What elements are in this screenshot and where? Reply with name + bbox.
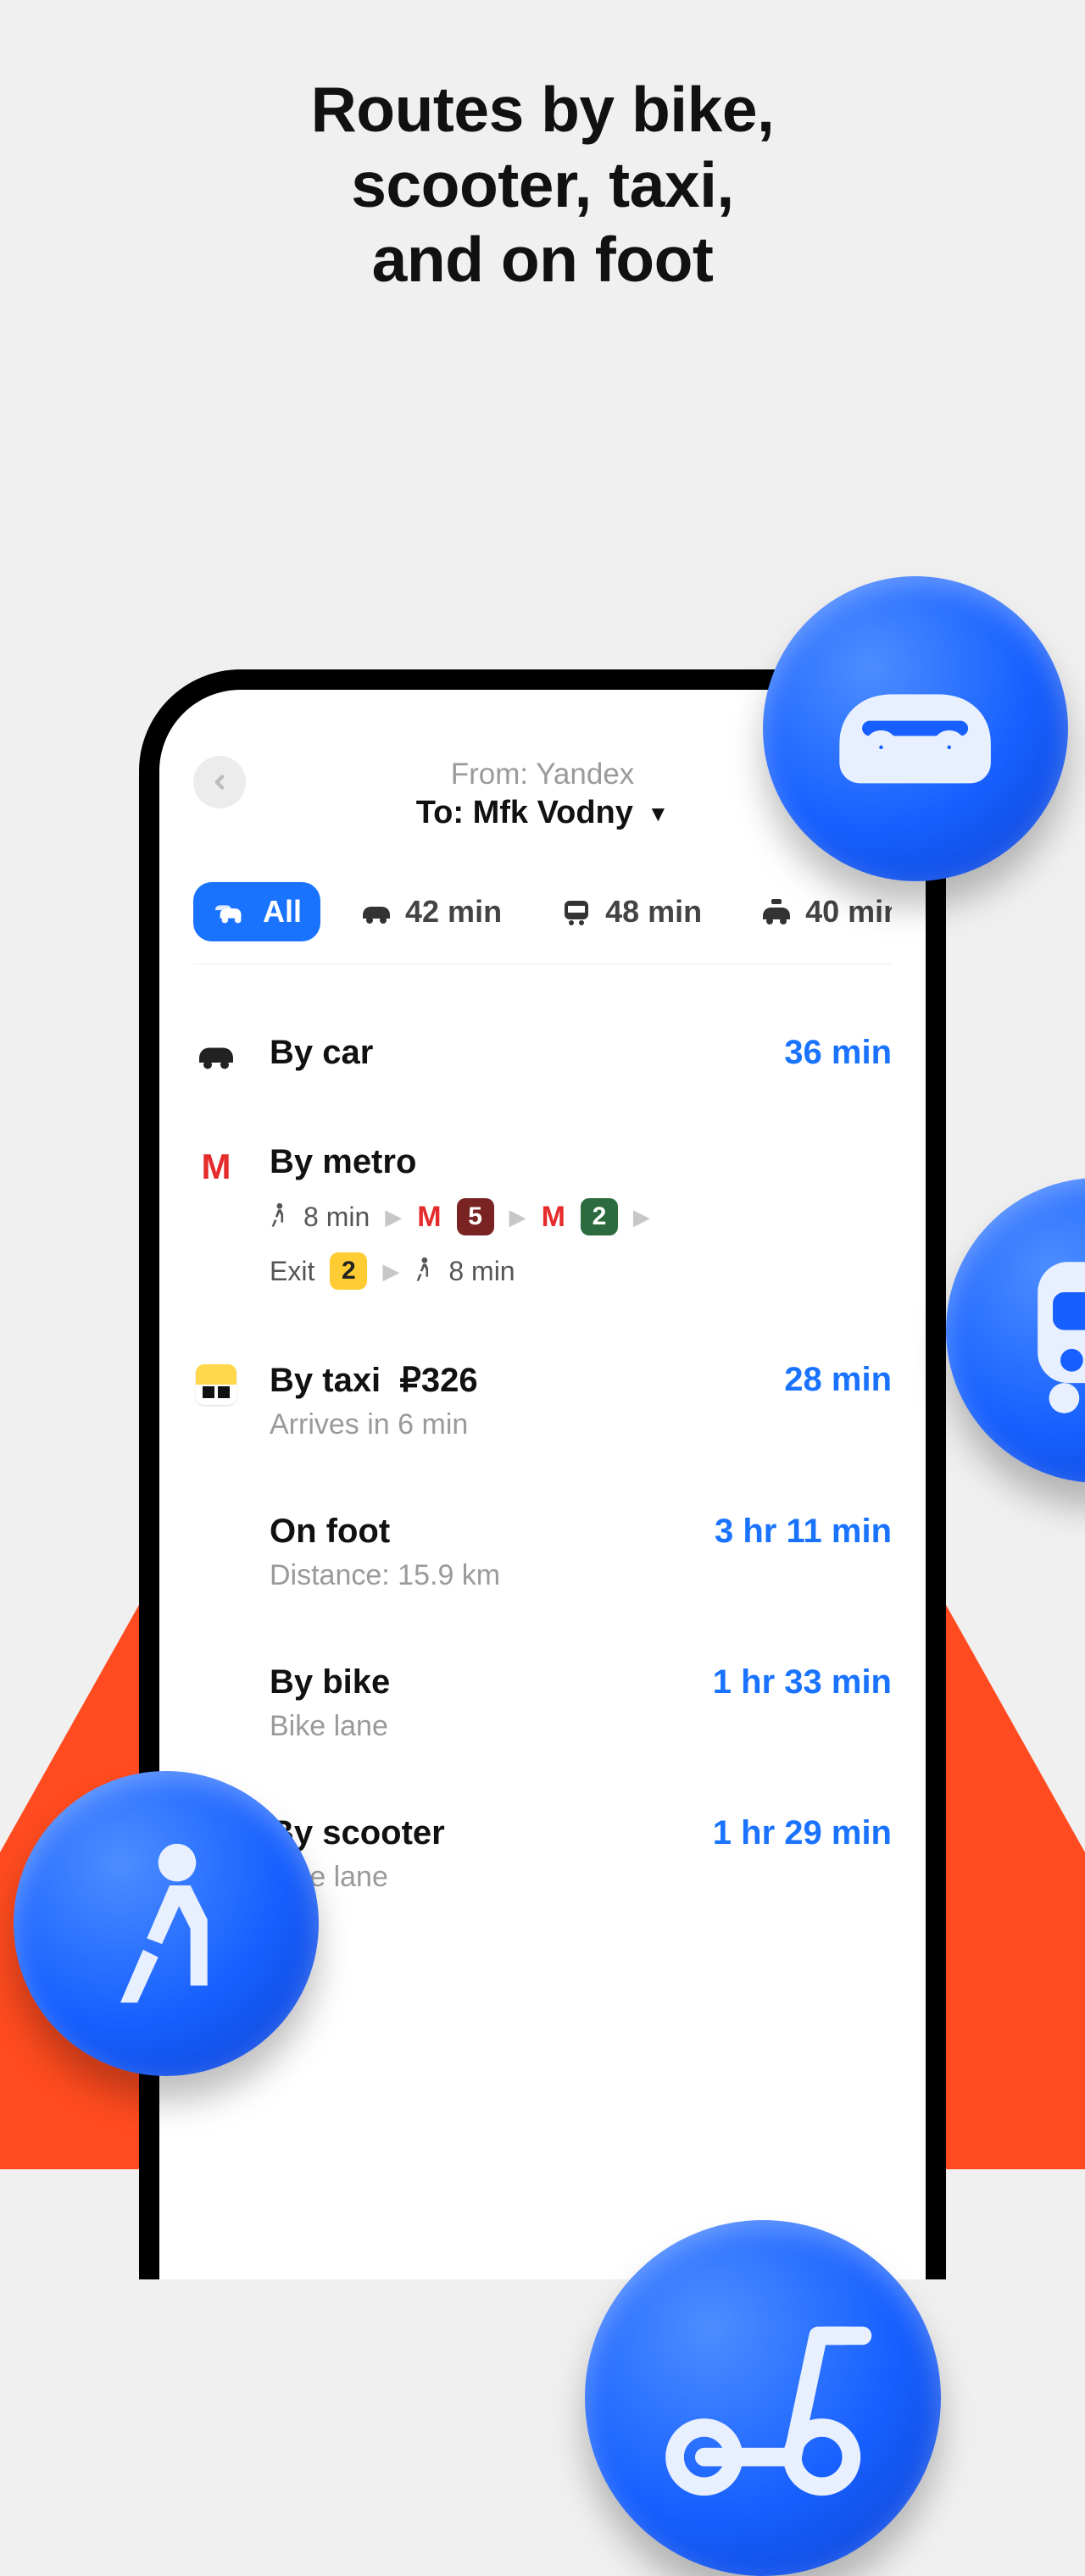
from-value: Yandex — [536, 758, 634, 791]
route-bike-time: 1 hr 33 min — [713, 1663, 892, 1702]
metro-icon: M — [202, 1146, 231, 1187]
tab-bus[interactable]: 48 min — [541, 882, 721, 941]
metro-exit-badge: 2 — [330, 1252, 367, 1290]
metro-steps-row1: 8 min ▶ M 5 ▶ M 2 ▶ — [270, 1198, 892, 1235]
promo-scooter-icon — [585, 2220, 941, 2576]
metro-steps-row2: Exit 2 ▶ 8 min — [270, 1252, 892, 1290]
route-car[interactable]: By car 36 min — [193, 998, 892, 1108]
metro-line-5-badge: 5 — [457, 1198, 494, 1235]
route-taxi-title: By taxi ₽326 — [270, 1361, 478, 1400]
walk-icon — [270, 1202, 288, 1233]
to-value: Mfk Vodny — [473, 795, 633, 830]
route-car-title: By car — [270, 1034, 373, 1072]
metro-walk1: 8 min — [303, 1202, 370, 1233]
route-metro[interactable]: M By metro 8 min ▶ M 5 ▶ M 2 — [193, 1108, 892, 1325]
route-taxi-time: 28 min — [784, 1361, 892, 1399]
car-icon — [359, 898, 393, 925]
tab-bus-label: 48 min — [605, 894, 702, 930]
walk-icon — [415, 1256, 433, 1287]
route-scooter-time: 1 hr 29 min — [713, 1814, 892, 1852]
route-taxi[interactable]: By taxi ₽326 28 min Arrives in 6 min — [193, 1325, 892, 1477]
tab-all-label: All — [263, 894, 302, 930]
promo-headline: Routes by bike, scooter, taxi, and on fo… — [0, 72, 1085, 297]
route-foot[interactable]: On foot 3 hr 11 min Distance: 15.9 km — [193, 1477, 892, 1628]
metro-line-2-badge: 2 — [581, 1198, 618, 1235]
cars-icon — [212, 897, 251, 927]
metro-m-icon: M — [542, 1201, 565, 1234]
promo-bus-icon — [946, 1178, 1085, 1483]
tab-car-label: 42 min — [405, 894, 502, 930]
chevron-left-icon — [209, 771, 231, 793]
bus-icon — [559, 897, 593, 926]
route-foot-title: On foot — [270, 1513, 390, 1551]
car-icon — [195, 1037, 237, 1071]
promo-car-icon — [763, 576, 1068, 881]
arrow-icon: ▶ — [509, 1204, 526, 1230]
mode-tabs: All 42 min 48 min 40 min — [193, 882, 892, 964]
route-taxi-price: ₽326 — [399, 1362, 477, 1399]
route-bike[interactable]: By bike 1 hr 33 min Bike lane — [193, 1628, 892, 1779]
route-foot-time: 3 hr 11 min — [715, 1513, 892, 1551]
to-prefix: To: — [416, 795, 473, 830]
route-taxi-sub: Arrives in 6 min — [270, 1408, 892, 1441]
taxi-icon — [760, 897, 793, 926]
route-foot-sub: Distance: 15.9 km — [270, 1559, 892, 1592]
route-scooter-sub: Bike lane — [270, 1861, 892, 1894]
route-car-time: 36 min — [784, 1034, 892, 1072]
headline-text: Routes by bike, scooter, taxi, and on fo… — [311, 74, 775, 295]
tab-car[interactable]: 42 min — [341, 882, 520, 941]
promo-walk-icon — [14, 1771, 319, 2076]
tab-all[interactable]: All — [193, 882, 320, 941]
metro-m-icon: M — [417, 1201, 441, 1234]
metro-exit-label: Exit — [270, 1256, 314, 1287]
arrow-icon: ▶ — [385, 1204, 402, 1230]
route-taxi-title-text: By taxi — [270, 1362, 381, 1399]
arrow-icon: ▶ — [633, 1204, 650, 1230]
from-prefix: From: — [451, 758, 536, 791]
route-bike-title: By bike — [270, 1663, 390, 1702]
arrow-icon: ▶ — [382, 1258, 399, 1285]
route-metro-title: By metro — [270, 1143, 416, 1181]
taxi-app-icon — [196, 1364, 236, 1405]
route-bike-sub: Bike lane — [270, 1710, 892, 1743]
tab-taxi-label: 40 min — [805, 894, 892, 930]
chevron-down-icon: ▼ — [647, 801, 669, 826]
tab-taxi[interactable]: 40 min — [741, 882, 892, 941]
metro-walk2: 8 min — [448, 1256, 515, 1287]
routes-list: By car 36 min M By metro 8 min ▶ — [193, 998, 892, 1929]
back-button[interactable] — [193, 756, 246, 808]
